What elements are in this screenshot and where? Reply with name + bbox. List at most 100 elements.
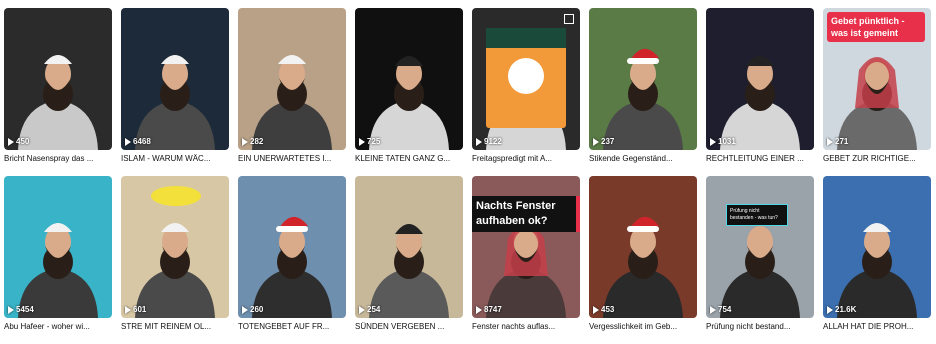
poster-circle	[508, 58, 544, 94]
video-caption[interactable]: STRE MIT REINEM OL...	[121, 322, 229, 332]
video-caption[interactable]: ISLAM - WARUM WÄC...	[121, 154, 229, 164]
view-count: 271	[827, 137, 848, 146]
play-icon	[710, 305, 716, 314]
view-count: 21.6K	[827, 305, 856, 314]
person-figure	[603, 48, 683, 150]
play-icon	[476, 137, 482, 146]
pinned-icon	[564, 14, 574, 24]
view-count-label: 1031	[718, 137, 736, 146]
video-tile[interactable]: 5454 Abu Hafeer - woher wi...	[4, 176, 112, 332]
video-tile[interactable]: 6468 ISLAM - WARUM WÄC...	[121, 8, 229, 164]
thumbnail-overlay-text: Nachts Fenster aufhaben ok?	[472, 196, 580, 232]
video-caption[interactable]: ALLAH HAT DIE PROH...	[823, 322, 931, 332]
view-count: 450	[8, 137, 29, 146]
view-count-label: 5454	[16, 305, 34, 314]
video-thumbnail[interactable]: 1031	[706, 8, 814, 150]
view-count: 282	[242, 137, 263, 146]
view-count-label: 237	[601, 137, 615, 146]
play-icon	[359, 137, 365, 146]
play-icon	[476, 305, 482, 314]
video-caption[interactable]: TOTENGEBET AUF FR...	[238, 322, 346, 332]
video-thumbnail[interactable]: Gebet pünktlich - was ist gemeint 271	[823, 8, 931, 150]
video-caption[interactable]: EIN UNERWARTETES I...	[238, 154, 346, 164]
view-count: 754	[710, 305, 731, 314]
video-tile[interactable]: 282 EIN UNERWARTETES I...	[238, 8, 346, 164]
video-caption[interactable]: GEBET ZUR RICHTIGE...	[823, 154, 931, 164]
video-thumbnail[interactable]: 453	[589, 176, 697, 318]
view-count: 9122	[476, 137, 502, 146]
play-icon	[359, 305, 365, 314]
video-tile[interactable]: 9122 Freitagspredigt mit A...	[472, 8, 580, 164]
video-caption[interactable]: RECHTLEITUNG EINER ...	[706, 154, 814, 164]
person-figure	[369, 56, 449, 150]
video-thumbnail[interactable]: Prüfung nicht bestanden - was tun? 754	[706, 176, 814, 318]
video-caption[interactable]: Prüfung nicht bestand...	[706, 322, 814, 332]
view-count-label: 8747	[484, 305, 502, 314]
view-count: 237	[593, 137, 614, 146]
video-tile[interactable]: 601 STRE MIT REINEM OL...	[121, 176, 229, 332]
video-thumbnail[interactable]: 450	[4, 8, 112, 150]
play-icon	[593, 137, 599, 146]
play-icon	[125, 305, 131, 314]
video-thumbnail[interactable]: 725	[355, 8, 463, 150]
video-caption[interactable]: Vergesslichkeit im Geb...	[589, 322, 697, 332]
view-count-label: 254	[367, 305, 381, 314]
view-count-label: 9122	[484, 137, 502, 146]
video-thumbnail[interactable]: 260	[238, 176, 346, 318]
view-count-label: 21.6K	[835, 305, 857, 314]
video-tile[interactable]: 453 Vergesslichkeit im Geb...	[589, 176, 697, 332]
video-caption[interactable]: Stikende Gegenständ...	[589, 154, 697, 164]
video-caption[interactable]: Fenster nachts auflas...	[472, 322, 580, 332]
view-count: 5454	[8, 305, 34, 314]
person-figure	[252, 216, 332, 318]
play-icon	[827, 305, 833, 314]
video-thumbnail[interactable]: Nachts Fenster aufhaben ok? 8747	[472, 176, 580, 318]
video-thumbnail[interactable]: 601	[121, 176, 229, 318]
video-caption[interactable]: Abu Hafeer - woher wi...	[4, 322, 112, 332]
thumbnail-overlay-text: Prüfung nicht bestanden - was tun?	[726, 204, 788, 226]
poster-header	[486, 28, 566, 48]
video-caption[interactable]: Bricht Nasenspray das ...	[4, 154, 112, 164]
video-thumbnail[interactable]: 254	[355, 176, 463, 318]
video-tile[interactable]: Prüfung nicht bestanden - was tun? 754 Prü…	[706, 176, 814, 332]
view-count-label: 282	[250, 137, 264, 146]
view-count: 725	[359, 137, 380, 146]
person-figure	[18, 55, 98, 150]
play-icon	[593, 305, 599, 314]
view-count: 453	[593, 305, 614, 314]
play-icon	[8, 305, 14, 314]
person-figure	[18, 223, 98, 318]
video-tile[interactable]: 260 TOTENGEBET AUF FR...	[238, 176, 346, 332]
video-caption[interactable]: KLEINE TATEN GANZ G...	[355, 154, 463, 164]
video-thumbnail[interactable]: 282	[238, 8, 346, 150]
video-tile[interactable]: 725 KLEINE TATEN GANZ G...	[355, 8, 463, 164]
play-icon	[242, 137, 248, 146]
video-tile[interactable]: 1031 RECHTLEITUNG EINER ...	[706, 8, 814, 164]
video-caption[interactable]: SÜNDEN VERGEBEN ...	[355, 322, 463, 332]
play-icon	[242, 305, 248, 314]
person-figure	[369, 224, 449, 318]
video-tile[interactable]: Gebet pünktlich - was ist gemeint 271 GEBE…	[823, 8, 931, 164]
video-tile[interactable]: Nachts Fenster aufhaben ok? 8747 Fenster n…	[472, 176, 580, 332]
video-thumbnail[interactable]: 21.6K	[823, 176, 931, 318]
video-thumbnail[interactable]: 9122	[472, 8, 580, 150]
video-thumbnail[interactable]: 5454	[4, 176, 112, 318]
view-count-label: 453	[601, 305, 615, 314]
view-count: 1031	[710, 137, 736, 146]
video-grid: 450 Bricht Nasenspray das ... 6468 ISLAM - …	[4, 8, 932, 332]
video-thumbnail[interactable]: 6468	[121, 8, 229, 150]
play-icon	[8, 137, 14, 146]
video-tile[interactable]: 21.6K ALLAH HAT DIE PROH...	[823, 176, 931, 332]
person-figure	[720, 56, 800, 150]
speech-bubble-icon	[151, 186, 201, 206]
person-figure	[720, 226, 800, 318]
view-count: 601	[125, 305, 146, 314]
poster-image	[486, 28, 566, 128]
video-tile[interactable]: 254 SÜNDEN VERGEBEN ...	[355, 176, 463, 332]
video-tile[interactable]: 237 Stikende Gegenständ...	[589, 8, 697, 164]
video-thumbnail[interactable]: 237	[589, 8, 697, 150]
view-count: 6468	[125, 137, 151, 146]
video-caption[interactable]: Freitagspredigt mit A...	[472, 154, 580, 164]
person-figure	[135, 55, 215, 150]
video-tile[interactable]: 450 Bricht Nasenspray das ...	[4, 8, 112, 164]
